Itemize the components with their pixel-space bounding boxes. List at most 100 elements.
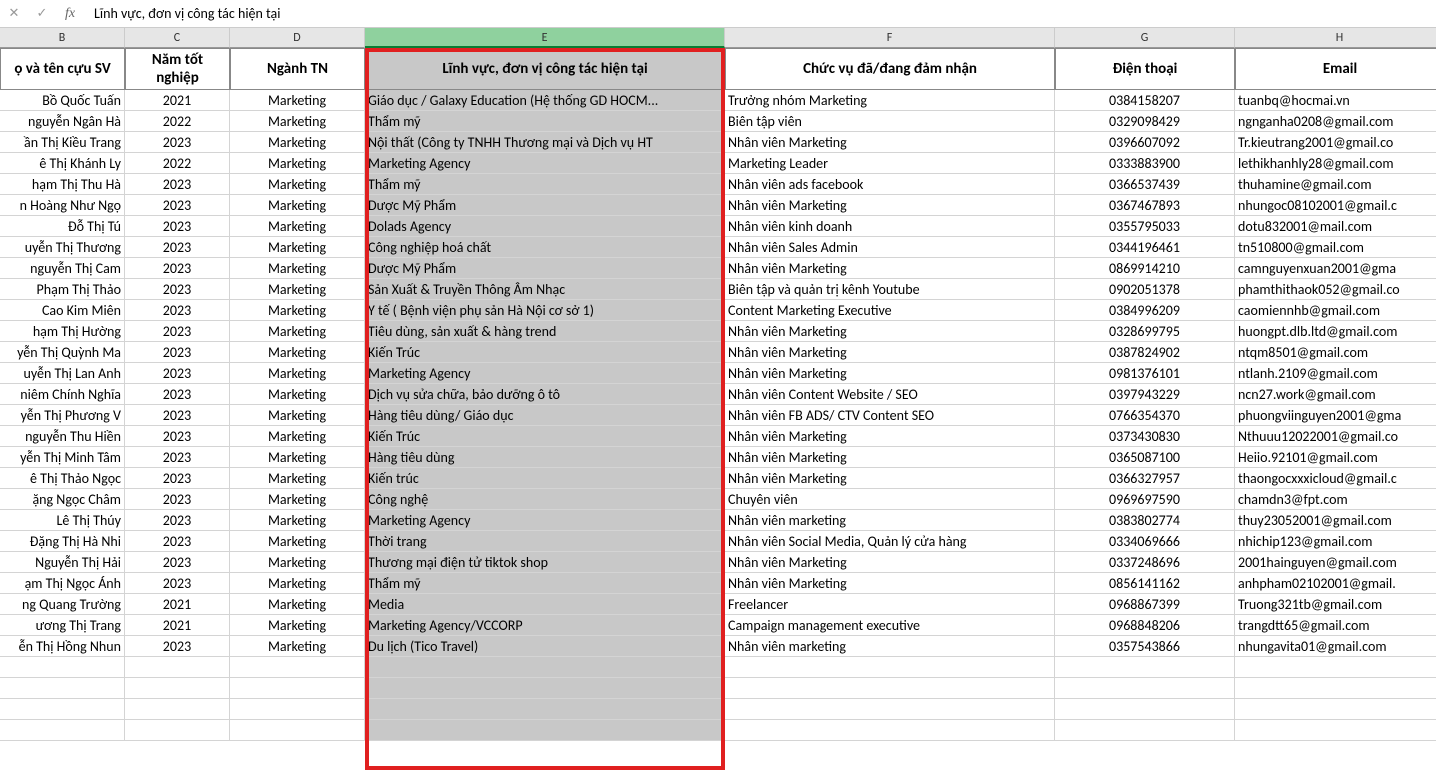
cell[interactable]: 2023 bbox=[125, 174, 230, 195]
cell[interactable]: 0383802774 bbox=[1055, 510, 1235, 531]
cell[interactable]: 2023 bbox=[125, 216, 230, 237]
cell[interactable]: 2023 bbox=[125, 258, 230, 279]
cell[interactable]: Nhân viên Marketing bbox=[725, 447, 1055, 468]
cell[interactable]: Công nghiệp hoá chất bbox=[365, 237, 725, 258]
cell[interactable]: Marketing bbox=[230, 552, 365, 573]
cell[interactable]: ặng Ngọc Châm bbox=[0, 489, 125, 510]
cell[interactable]: Nhân viên Marketing bbox=[725, 321, 1055, 342]
cell[interactable]: Sản Xuất & Truyền Thông Âm Nhạc bbox=[365, 279, 725, 300]
cell[interactable]: Nhân viên Marketing bbox=[725, 426, 1055, 447]
cell[interactable] bbox=[230, 678, 365, 699]
spreadsheet-grid[interactable]: BCDEFGH ọ và tên cựu SVNăm tốt nghiệpNgà… bbox=[0, 28, 1436, 741]
cell[interactable]: Nthuuu12022001@gmail.co bbox=[1235, 426, 1436, 447]
header-cell[interactable]: Ngành TN bbox=[230, 48, 365, 90]
cell[interactable]: 0367467893 bbox=[1055, 195, 1235, 216]
cell[interactable] bbox=[0, 699, 125, 720]
cell[interactable]: Nhân viên Marketing bbox=[725, 342, 1055, 363]
cell[interactable]: Nhân viên FB ADS/ CTV Content SEO bbox=[725, 405, 1055, 426]
cell[interactable]: 2022 bbox=[125, 111, 230, 132]
cell[interactable]: 2023 bbox=[125, 426, 230, 447]
cell[interactable]: 0766354370 bbox=[1055, 405, 1235, 426]
cell[interactable]: 2023 bbox=[125, 237, 230, 258]
cell[interactable]: 0396607092 bbox=[1055, 132, 1235, 153]
cell[interactable]: uyễn Thị Lan Anh bbox=[0, 363, 125, 384]
cell[interactable]: lethikhanhly28@gmail.com bbox=[1235, 153, 1436, 174]
cell[interactable]: Marketing bbox=[230, 615, 365, 636]
header-cell[interactable]: Năm tốt nghiệp bbox=[125, 48, 230, 90]
cell[interactable]: 2021 bbox=[125, 615, 230, 636]
cell[interactable]: Cao Kim Miên bbox=[0, 300, 125, 321]
cell[interactable]: tuanbq@hocmai.vn bbox=[1235, 90, 1436, 111]
cell[interactable]: Biên tập viên bbox=[725, 111, 1055, 132]
cell[interactable]: 0333883900 bbox=[1055, 153, 1235, 174]
cell[interactable]: Marketing bbox=[230, 426, 365, 447]
cell[interactable]: Campaign management executive bbox=[725, 615, 1055, 636]
cell[interactable]: ê Thị Thảo Ngọc bbox=[0, 468, 125, 489]
cell[interactable]: Kiến Trúc bbox=[365, 426, 725, 447]
cell[interactable]: Marketing bbox=[230, 279, 365, 300]
cell[interactable]: 2023 bbox=[125, 510, 230, 531]
cell[interactable]: Marketing bbox=[230, 174, 365, 195]
cell[interactable]: dotu832001@mail.com bbox=[1235, 216, 1436, 237]
cell[interactable]: caomiennhb@gmail.com bbox=[1235, 300, 1436, 321]
cell[interactable]: 2023 bbox=[125, 573, 230, 594]
cell[interactable]: Thương mại điện tử tiktok shop bbox=[365, 552, 725, 573]
cell[interactable] bbox=[125, 699, 230, 720]
cell[interactable]: Marketing Agency bbox=[365, 510, 725, 531]
cell[interactable]: 0337248696 bbox=[1055, 552, 1235, 573]
cell[interactable]: 0902051378 bbox=[1055, 279, 1235, 300]
cell[interactable]: Tiêu dùng, sản xuất & hàng trend bbox=[365, 321, 725, 342]
cell[interactable]: yễn Thị Phương V bbox=[0, 405, 125, 426]
cell[interactable]: 0856141162 bbox=[1055, 573, 1235, 594]
header-cell[interactable]: ọ và tên cựu SV bbox=[0, 48, 125, 90]
cell[interactable]: ncn27.work@gmail.com bbox=[1235, 384, 1436, 405]
cell[interactable]: 2023 bbox=[125, 405, 230, 426]
cell[interactable]: 0384996209 bbox=[1055, 300, 1235, 321]
cell[interactable]: Marketing Agency bbox=[365, 153, 725, 174]
cell[interactable]: 0981376101 bbox=[1055, 363, 1235, 384]
cell[interactable]: Dược Mỹ Phẩm bbox=[365, 258, 725, 279]
cell[interactable]: Y tế ( Bệnh viện phụ sản Hà Nội cơ sở 1) bbox=[365, 300, 725, 321]
cell[interactable]: thuy23052001@gmail.com bbox=[1235, 510, 1436, 531]
cell[interactable]: Hàng tiêu dùng/ Giáo dục bbox=[365, 405, 725, 426]
cell[interactable] bbox=[125, 678, 230, 699]
cell[interactable]: hạm Thị Thu Hà bbox=[0, 174, 125, 195]
cell[interactable]: Tr.kieutrang2001@gmail.co bbox=[1235, 132, 1436, 153]
cell[interactable]: nhungavita01@gmail.com bbox=[1235, 636, 1436, 657]
cell[interactable]: Thẩm mỹ bbox=[365, 573, 725, 594]
cell[interactable]: Marketing bbox=[230, 90, 365, 111]
cell[interactable]: Marketing bbox=[230, 489, 365, 510]
cell[interactable]: Marketing Agency bbox=[365, 363, 725, 384]
column-header-F[interactable]: F bbox=[725, 28, 1055, 48]
cell[interactable]: 0357543866 bbox=[1055, 636, 1235, 657]
cell[interactable]: Hàng tiêu dùng bbox=[365, 447, 725, 468]
cell[interactable]: 0366327957 bbox=[1055, 468, 1235, 489]
cell[interactable]: Heiio.92101@gmail.com bbox=[1235, 447, 1436, 468]
cell[interactable]: 0969697590 bbox=[1055, 489, 1235, 510]
cell[interactable]: 2023 bbox=[125, 636, 230, 657]
cell[interactable]: Marketing bbox=[230, 594, 365, 615]
formula-cancel-icon[interactable]: ✕ bbox=[0, 6, 28, 21]
cell[interactable]: Nhân viên ads facebook bbox=[725, 174, 1055, 195]
cell[interactable]: 0968848206 bbox=[1055, 615, 1235, 636]
cell[interactable]: uyễn Thị Thương bbox=[0, 237, 125, 258]
cell[interactable]: Marketing Leader bbox=[725, 153, 1055, 174]
cell[interactable]: Nhân viên Marketing bbox=[725, 573, 1055, 594]
cell[interactable]: Thẩm mỹ bbox=[365, 111, 725, 132]
cell[interactable]: Marketing bbox=[230, 153, 365, 174]
cell[interactable]: Nguyễn Thị Hải bbox=[0, 552, 125, 573]
cell[interactable]: Marketing bbox=[230, 342, 365, 363]
cell[interactable] bbox=[365, 657, 725, 678]
cell[interactable]: Lê Thị Thúy bbox=[0, 510, 125, 531]
cell[interactable]: Nhân viên Marketing bbox=[725, 195, 1055, 216]
cell[interactable] bbox=[365, 699, 725, 720]
cell[interactable] bbox=[725, 657, 1055, 678]
cell[interactable]: camnguyenxuan2001@gma bbox=[1235, 258, 1436, 279]
cell[interactable]: 0397943229 bbox=[1055, 384, 1235, 405]
cell[interactable]: 2023 bbox=[125, 384, 230, 405]
cell[interactable]: Nhân viên Social Media, Quản lý cửa hàng bbox=[725, 531, 1055, 552]
cell[interactable]: Dịch vụ sửa chữa, bảo dưỡng ô tô bbox=[365, 384, 725, 405]
cell[interactable]: Phạm Thị Thảo bbox=[0, 279, 125, 300]
cell[interactable]: Marketing bbox=[230, 216, 365, 237]
cell[interactable]: Marketing bbox=[230, 447, 365, 468]
